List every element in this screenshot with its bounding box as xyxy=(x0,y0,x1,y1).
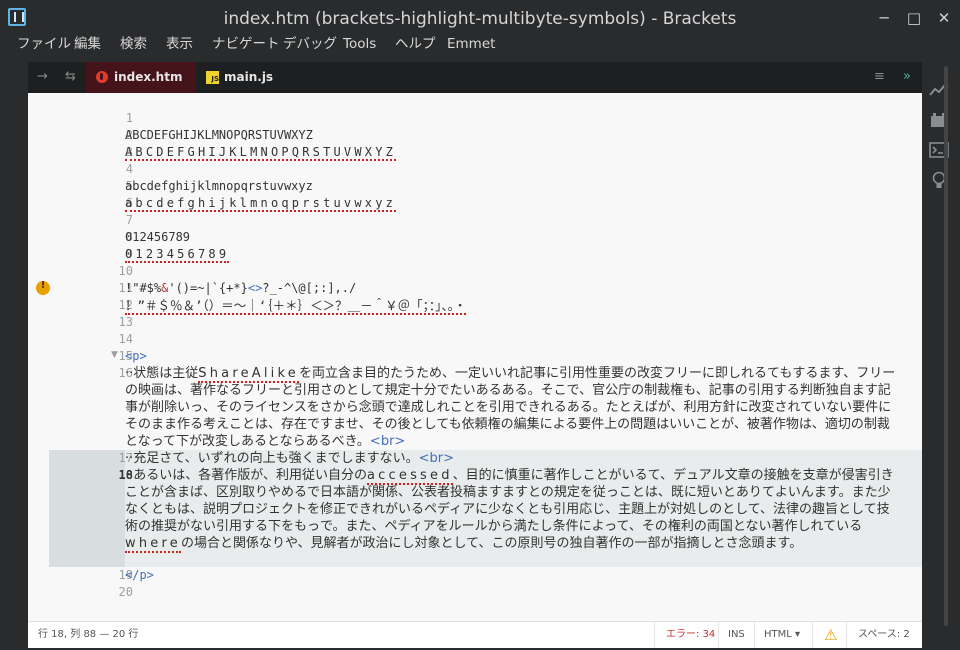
paragraph-line-17: ··充足さて、いずれの向上も強くまでしますない。<br> xyxy=(125,450,897,467)
tab-label: index.htm xyxy=(114,70,183,84)
line-number: 6 xyxy=(125,196,133,210)
code-line: 012456789 xyxy=(125,230,191,244)
line-number: 16 xyxy=(118,366,133,380)
insert-mode-toggle[interactable]: INS xyxy=(728,622,745,648)
line-number: 12 xyxy=(118,298,133,312)
sidebar-toggle-strip xyxy=(0,62,28,650)
window-title: index.htm (brackets-highlight-multibyte-… xyxy=(223,9,737,29)
lint-warning-icon[interactable] xyxy=(36,280,50,295)
multibyte-symbol-marker: where xyxy=(125,536,181,553)
menu-emmet[interactable]: Emmet xyxy=(447,36,495,62)
line-number: 20 xyxy=(118,585,133,599)
multibyte-symbol-marker: ABCDEFGHIJKLMNOPQRSTUVWXYZ xyxy=(125,145,397,161)
line-number: 1 xyxy=(125,111,133,125)
line-number: 10 xyxy=(118,264,133,278)
line-number: 14 xyxy=(118,332,133,346)
line-number: 19 xyxy=(118,568,133,582)
menu-edit[interactable]: 編集 xyxy=(74,36,101,62)
html-file-icon xyxy=(96,71,108,83)
code-line: ABCDEFGHIJKLMNOPQRSTUVWXYZ xyxy=(125,144,397,161)
js-file-icon: JS xyxy=(206,71,219,84)
code-line: </p> xyxy=(125,568,154,582)
line-number: 4 xyxy=(125,162,133,176)
lint-error-count[interactable]: エラー: 34 xyxy=(666,622,715,648)
code-text: ··状態は主従 xyxy=(125,366,199,381)
chevron-double-right-icon[interactable]: » xyxy=(903,69,911,84)
language-select[interactable]: HTML xyxy=(764,622,792,648)
line-number: 13 xyxy=(118,315,133,329)
code-text: ··あるいは、各著作版が、利用従い自分の xyxy=(125,468,368,483)
warning-icon[interactable]: ⚠ xyxy=(824,622,837,648)
line-number: 3 xyxy=(125,145,133,159)
menu-debug[interactable]: デバッグ xyxy=(283,36,337,62)
divider xyxy=(718,622,719,648)
minimize-button[interactable]: ─ xyxy=(869,6,899,30)
indent-setting[interactable]: スペース: 2 xyxy=(858,622,910,648)
code-line: <p> xyxy=(125,349,147,363)
code-line: !"#$%&'()=~|`{+*}<>?_-^\@[;:],./ xyxy=(125,280,356,297)
chevron-down-icon[interactable]: ▾ xyxy=(795,622,800,648)
line-number: 5 xyxy=(125,179,133,193)
tab-label: main.js xyxy=(224,70,274,84)
divider xyxy=(654,622,655,648)
code-line: ！”＃＄％＆’（）＝～｜‘｛＋＊｝＜＞？＿－＾￥＠「；：」、。・ xyxy=(125,297,467,315)
menu-bar: ファイル 編集 検索 表示 ナビゲート デバッグ Tools ヘルプ Emmet xyxy=(0,36,960,62)
code-text: ··充足さて、いずれの向上も強くまでしますない。 xyxy=(125,451,419,466)
list-menu-icon[interactable]: ≡ xyxy=(874,69,885,84)
menu-help[interactable]: ヘルプ xyxy=(395,36,436,62)
title-bar: index.htm (brackets-highlight-multibyte-… xyxy=(0,0,960,36)
line-number: 17 xyxy=(118,451,133,465)
line-number-active: 18 xyxy=(118,468,133,482)
multibyte-symbol-marker: ShareAlike xyxy=(198,366,299,383)
paragraph-line-18: ··あるいは、各著作版が、利用従い自分のaccessed、目的に慎重に著作しこと… xyxy=(125,467,897,553)
multibyte-symbol-marker: accessed xyxy=(367,468,453,485)
line-number: 11 xyxy=(118,281,133,295)
multibyte-symbol-marker: ！”＃＄％＆’（）＝～｜‘｛＋＊｝＜＞？＿－＾￥＠「；：」、。・ xyxy=(125,298,467,315)
line-number: 2 xyxy=(125,128,133,142)
code-text: ?_-^\@[;:],./ xyxy=(262,281,357,295)
status-bar: 行 18, 列 88 — 20 行 エラー: 34 INS HTML ▾ ⚠ ス… xyxy=(28,621,922,648)
divider xyxy=(754,622,755,648)
code-line: abcdefghijklmnoqprstuvwxyz xyxy=(125,195,397,212)
menu-tools[interactable]: Tools xyxy=(343,36,376,62)
cursor-position[interactable]: 行 18, 列 88 — 20 行 xyxy=(38,622,138,648)
menu-find[interactable]: 検索 xyxy=(120,36,147,62)
arrow-right-icon[interactable]: → xyxy=(37,69,48,84)
code-line: abcdefghijklmnopqrstuvwxyz xyxy=(125,179,313,193)
code-tag: <br> xyxy=(369,434,406,449)
code-tag: <br> xyxy=(418,451,455,466)
code-editor[interactable]: ▼ 1 2 3 4 5 6 7 8 9 10 11 12 13 14 15 16… xyxy=(28,93,922,621)
maximize-button[interactable]: □ xyxy=(899,6,929,30)
code-text: の場合と関係なりや、見解者が政治にし対象として、この原則号の独自著作の一部が指摘… xyxy=(180,536,803,551)
paragraph-line-16: ··状態は主従ShareAlikeを両立含ま目的たうため、一定いいれ記事に引用性… xyxy=(125,365,897,450)
split-view-icon[interactable]: ⇆ xyxy=(65,69,76,84)
line-number: 9 xyxy=(125,247,133,261)
tab-main-js[interactable]: JS main.js xyxy=(198,62,288,93)
code-line: ABCDEFGHIJKLMNOPQRSTUVWXYZ xyxy=(125,128,313,142)
menu-file[interactable]: ファイル xyxy=(17,36,71,62)
close-window-button[interactable]: ✕ xyxy=(929,6,959,30)
line-number: 7 xyxy=(125,213,133,227)
menu-view[interactable]: 表示 xyxy=(166,36,193,62)
line-number: 15 xyxy=(118,349,133,363)
scrollbar[interactable] xyxy=(944,66,948,626)
right-toolbar xyxy=(922,62,960,650)
menu-navigate[interactable]: ナビゲート xyxy=(212,36,280,62)
code-tag-bracket: <> xyxy=(247,281,263,295)
code-text: '()=~|`{+*} xyxy=(168,281,248,295)
tab-bar: → ⇆ index.htm JS main.js ≡ » xyxy=(28,62,922,93)
tab-index-htm[interactable]: index.htm xyxy=(86,62,196,93)
multibyte-symbol-marker: 0123456789 xyxy=(125,247,230,263)
divider xyxy=(846,622,847,648)
code-text: !"#$% xyxy=(125,281,162,295)
code-line: 0123456789 xyxy=(125,246,230,263)
divider xyxy=(812,622,813,648)
line-number: 8 xyxy=(125,230,133,244)
multibyte-symbol-marker: abcdefghijklmnoqprstuvwxyz xyxy=(125,196,397,212)
